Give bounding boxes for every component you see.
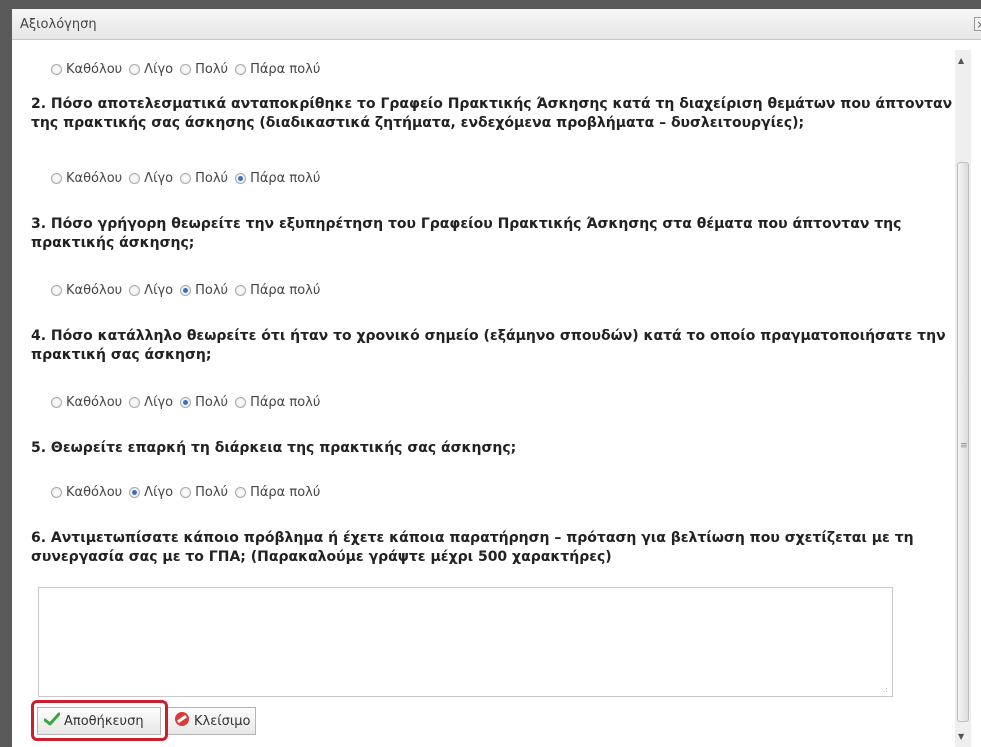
radio-button[interactable] xyxy=(180,397,192,408)
radio-button[interactable] xyxy=(129,64,141,75)
resize-grip-icon[interactable]: .: xyxy=(883,685,888,694)
option-label: Πάρα πολύ xyxy=(250,395,321,410)
question-3-options: Καθόλου Λίγο Πολύ Πάρα πολύ xyxy=(51,283,327,298)
save-button-highlight xyxy=(31,700,168,741)
q3-option-very-much[interactable]: Πάρα πολύ xyxy=(235,283,320,298)
no-entry-icon xyxy=(174,711,190,731)
option-label: Λίγο xyxy=(144,485,174,500)
q2-option-none[interactable]: Καθόλου xyxy=(51,171,122,186)
question-3-text: 3. Πόσο γρήγορη θεωρείτε την εξυπηρέτηση… xyxy=(31,216,902,251)
dialog-frame-left xyxy=(0,0,12,747)
option-label: Καθόλου xyxy=(66,485,123,500)
option-label: Καθόλου xyxy=(66,283,123,298)
option-label: Πάρα πολύ xyxy=(250,62,321,77)
question-4-options: Καθόλου Λίγο Πολύ Πάρα πολύ xyxy=(51,395,327,410)
q2-option-very-much[interactable]: Πάρα πολύ xyxy=(235,171,320,186)
comment-textarea[interactable]: .: xyxy=(38,587,893,697)
radio-button[interactable] xyxy=(129,173,141,184)
radio-button[interactable] xyxy=(51,487,62,498)
option-label: Πάρα πολύ xyxy=(250,283,321,298)
radio-button[interactable] xyxy=(180,173,192,184)
q1-option-little[interactable]: Λίγο xyxy=(129,62,173,77)
question-2-options: Καθόλου Λίγο Πολύ Πάρα πολύ xyxy=(51,171,327,186)
q3-option-none[interactable]: Καθόλου xyxy=(51,283,122,298)
vertical-scrollbar[interactable]: ▲ ≡ ▼ xyxy=(955,50,971,747)
radio-button[interactable] xyxy=(51,397,62,408)
option-label: Λίγο xyxy=(144,62,174,77)
option-label: Πολύ xyxy=(195,62,229,77)
radio-button[interactable] xyxy=(129,397,141,408)
dialog-titlebar[interactable]: Αξιολόγηση × xyxy=(12,9,981,40)
option-label: Καθόλου xyxy=(66,171,123,186)
q4-option-much[interactable]: Πολύ xyxy=(180,395,228,410)
radio-button[interactable] xyxy=(235,173,247,184)
grip-icon: ≡ xyxy=(960,441,968,451)
q1-option-none[interactable]: Καθόλου xyxy=(51,62,122,77)
q2-option-much[interactable]: Πολύ xyxy=(180,171,228,186)
option-label: Πολύ xyxy=(195,485,229,500)
q3-option-little[interactable]: Λίγο xyxy=(129,283,173,298)
q3-option-much[interactable]: Πολύ xyxy=(180,283,228,298)
scroll-down-icon[interactable]: ▼ xyxy=(958,732,964,741)
scrollbar-thumb[interactable]: ≡ xyxy=(957,162,969,722)
radio-button[interactable] xyxy=(51,285,62,296)
q5-option-none[interactable]: Καθόλου xyxy=(51,485,122,500)
radio-button[interactable] xyxy=(180,64,192,75)
option-label: Πολύ xyxy=(195,283,229,298)
radio-button[interactable] xyxy=(180,487,192,498)
q5-option-very-much[interactable]: Πάρα πολύ xyxy=(235,485,320,500)
option-label: Καθόλου xyxy=(66,395,123,410)
q5-option-little[interactable]: Λίγο xyxy=(129,485,173,500)
dialog-close-button[interactable]: × xyxy=(974,17,981,31)
radio-button[interactable] xyxy=(129,487,141,498)
radio-button[interactable] xyxy=(235,397,247,408)
option-label: Λίγο xyxy=(144,283,174,298)
option-label: Λίγο xyxy=(144,171,174,186)
q1-option-much[interactable]: Πολύ xyxy=(180,62,228,77)
scroll-up-icon[interactable]: ▲ xyxy=(958,56,964,65)
radio-button[interactable] xyxy=(180,285,192,296)
question-4-text: 4. Πόσο κατάλληλο θεωρείτε ότι ήταν το χ… xyxy=(31,328,946,363)
q5-option-much[interactable]: Πολύ xyxy=(180,485,228,500)
question-5-options: Καθόλου Λίγο Πολύ Πάρα πολύ xyxy=(51,485,327,500)
option-label: Καθόλου xyxy=(66,62,123,77)
radio-button[interactable] xyxy=(235,64,247,75)
option-label: Πάρα πολύ xyxy=(250,485,321,500)
q1-option-very-much[interactable]: Πάρα πολύ xyxy=(235,62,320,77)
q4-option-none[interactable]: Καθόλου xyxy=(51,395,122,410)
radio-button[interactable] xyxy=(51,64,62,75)
question-2-text: 2. Πόσο αποτελεσματικά ανταποκρίθηκε το … xyxy=(31,96,953,131)
close-button-label: Κλείσιμο xyxy=(194,713,251,729)
q4-option-very-much[interactable]: Πάρα πολύ xyxy=(235,395,320,410)
close-button[interactable]: Κλείσιμο xyxy=(167,707,256,735)
radio-button[interactable] xyxy=(129,285,141,296)
question-5-text: 5. Θεωρείτε επαρκή τη διάρκεια της πρακτ… xyxy=(31,440,517,456)
dialog-frame-top xyxy=(0,0,981,9)
q4-option-little[interactable]: Λίγο xyxy=(129,395,173,410)
option-label: Πάρα πολύ xyxy=(250,171,321,186)
option-label: Πολύ xyxy=(195,171,229,186)
option-label: Λίγο xyxy=(144,395,174,410)
radio-button[interactable] xyxy=(51,173,62,184)
radio-button[interactable] xyxy=(235,487,247,498)
radio-button[interactable] xyxy=(235,285,247,296)
option-label: Πολύ xyxy=(195,395,229,410)
q2-option-little[interactable]: Λίγο xyxy=(129,171,173,186)
question-6-text: 6. Αντιμετωπίσατε κάποιο πρόβλημα ή έχετ… xyxy=(31,530,914,565)
dialog-title: Αξιολόγηση xyxy=(20,17,97,32)
question-1-options: Καθόλου Λίγο Πολύ Πάρα πολύ xyxy=(51,62,327,77)
